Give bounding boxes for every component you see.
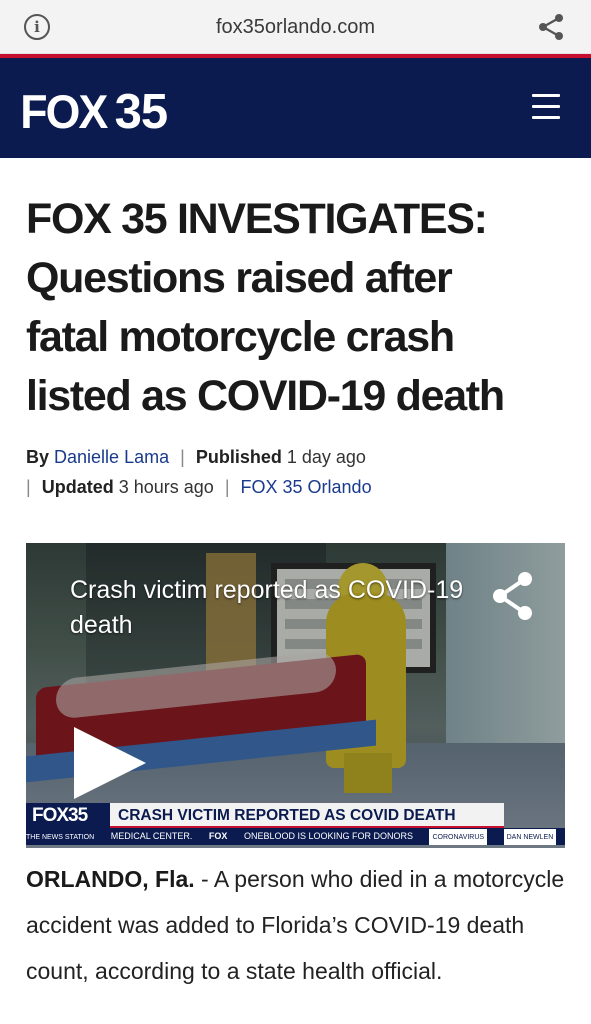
article-body: ORLANDO, Fla. - A person who died in a m…	[26, 856, 571, 994]
ticker-station: THE NEWS STATION	[26, 834, 95, 841]
dateline: ORLANDO, Fla.	[26, 866, 195, 892]
site-header: FOX 35	[0, 58, 591, 158]
video-title[interactable]: Crash victim reported as COVID-19 death	[70, 573, 500, 643]
byline-divider: |	[224, 477, 230, 497]
source-link[interactable]: FOX 35 Orlando	[241, 477, 372, 497]
author-link[interactable]: Danielle Lama	[54, 447, 169, 467]
updated-label: Updated	[41, 477, 114, 497]
headline-line: Questions raised after	[26, 254, 453, 302]
article-byline: By Danielle Lama | Published 1 day ago |…	[26, 442, 571, 502]
logo-number-text: 35	[114, 85, 169, 139]
ticker-anchor: DAN NEWLEN	[503, 829, 557, 845]
published-label: Published	[195, 447, 282, 467]
video-lower-third: FOX35 CRASH VICTIM REPORTED AS COVID DEA…	[26, 803, 565, 848]
share-icon[interactable]	[536, 13, 566, 41]
updated-value: 3 hours ago	[118, 477, 214, 497]
published-value: 1 day ago	[286, 447, 366, 467]
ticker-item: ONEBLOOD IS LOOKING FOR DONORS	[243, 831, 413, 841]
ticker-fox-logo: FOX	[208, 831, 228, 841]
byline-divider: |	[26, 477, 31, 497]
lower-third-logo: FOX35	[26, 803, 110, 828]
fox35-logo[interactable]: FOX 35	[18, 84, 168, 139]
lower-third-headline: CRASH VICTIM REPORTED AS COVID DEATH	[110, 803, 504, 828]
hamburger-menu-icon[interactable]	[532, 94, 560, 120]
browser-url-bar: i fox35orlando.com	[0, 0, 591, 54]
headline-line: FOX 35 INVESTIGATES:	[26, 195, 488, 243]
play-icon[interactable]	[70, 723, 150, 803]
dateline-separator: -	[194, 866, 214, 892]
video-share-icon[interactable]	[490, 569, 534, 623]
news-ticker: THE NEWS STATION MEDICAL CENTER. FOX ONE…	[26, 828, 565, 845]
headline-line: listed as COVID-19 death	[26, 372, 505, 420]
by-label: By	[26, 447, 50, 467]
logo-fox-text: FOX	[20, 85, 108, 138]
byline-divider: |	[180, 447, 185, 467]
headline-line: fatal motorcycle crash	[26, 313, 455, 361]
ticker-tag: CORONAVIRUS	[429, 829, 488, 845]
ticker-item: MEDICAL CENTER.	[110, 831, 193, 841]
url-text[interactable]: fox35orlando.com	[0, 16, 591, 39]
article-headline: FOX 35 INVESTIGATES: Questions raised af…	[26, 190, 571, 426]
